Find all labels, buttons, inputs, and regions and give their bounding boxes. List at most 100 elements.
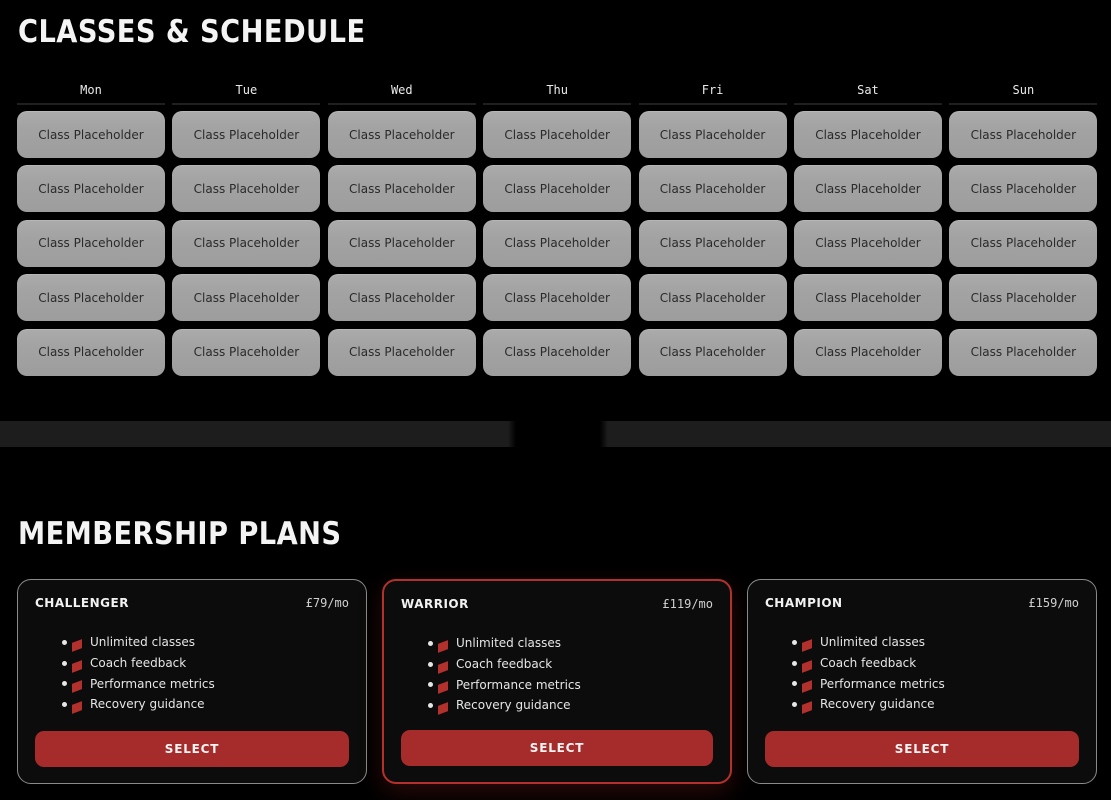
class-schedule-grid: Class Placeholder Class Placeholder Clas… [17, 111, 1098, 376]
schedule-title: CLASSES & SCHEDULE [18, 14, 366, 50]
class-slot[interactable]: Class Placeholder [638, 165, 787, 213]
feature-label: Unlimited classes [90, 635, 196, 650]
day-header-fri: Fri [638, 81, 787, 105]
feature-label: Unlimited classes [456, 636, 562, 651]
day-header-tue: Tue [172, 81, 321, 105]
bullet-icon [792, 681, 797, 687]
red-flag-icon [438, 681, 448, 695]
feature-list: Unlimited classes Coach feedback Perform… [428, 633, 581, 716]
class-slot[interactable]: Class Placeholder [793, 274, 942, 322]
feature-list: Unlimited classes Coach feedback Perform… [792, 632, 945, 715]
class-slot[interactable]: Class Placeholder [949, 165, 1098, 213]
bullet-icon [62, 681, 67, 687]
red-flag-icon [802, 639, 812, 652]
feature-list: Unlimited classes Coach feedback Perform… [62, 632, 215, 715]
class-slot[interactable]: Class Placeholder [17, 219, 165, 267]
day-header-row: Mon Tue Wed Thu Fri Sat Sun [17, 81, 1098, 105]
class-slot[interactable]: Class Placeholder [172, 274, 321, 322]
class-slot[interactable]: Class Placeholder [638, 274, 787, 322]
red-flag-icon [802, 701, 812, 714]
feature-item: Unlimited classes [62, 632, 215, 653]
feature-item: Recovery guidance [428, 695, 581, 716]
red-flag-icon [802, 659, 812, 673]
plan-card-challenger: CHALLENGER £79/mo Unlimited classes Coac… [17, 579, 367, 784]
bullet-icon [62, 660, 67, 666]
class-slot[interactable]: Class Placeholder [949, 111, 1098, 158]
class-slot[interactable]: Class Placeholder [172, 219, 321, 267]
class-slot[interactable]: Class Placeholder [483, 274, 632, 322]
bullet-icon [792, 660, 797, 666]
class-slot[interactable]: Class Placeholder [17, 165, 165, 213]
bullet-icon [428, 661, 433, 667]
class-slot[interactable]: Class Placeholder [793, 111, 942, 158]
day-header-wed: Wed [327, 81, 476, 105]
feature-label: Unlimited classes [820, 635, 926, 650]
class-slot[interactable]: Class Placeholder [172, 165, 321, 213]
day-header-thu: Thu [483, 81, 632, 105]
bullet-icon [792, 701, 797, 707]
class-slot[interactable]: Class Placeholder [483, 219, 632, 267]
class-slot[interactable]: Class Placeholder [483, 328, 632, 376]
red-flag-icon [72, 680, 82, 694]
feature-label: Performance metrics [456, 677, 581, 692]
plan-card-warrior: WARRIOR £119/mo Unlimited classes Coach … [382, 579, 732, 784]
feature-item: Recovery guidance [62, 694, 215, 715]
plan-name: WARRIOR [401, 597, 469, 611]
feature-label: Recovery guidance [456, 698, 571, 713]
class-slot[interactable]: Class Placeholder [638, 111, 787, 158]
feature-label: Recovery guidance [820, 697, 935, 712]
class-slot[interactable]: Class Placeholder [949, 219, 1098, 267]
feature-item: Unlimited classes [792, 632, 945, 653]
red-flag-icon [72, 701, 82, 714]
bullet-icon [428, 682, 433, 688]
class-slot[interactable]: Class Placeholder [327, 111, 476, 158]
class-slot[interactable]: Class Placeholder [17, 111, 165, 158]
class-slot[interactable]: Class Placeholder [17, 274, 165, 322]
plan-card-champion: CHAMPION £159/mo Unlimited classes Coach… [747, 579, 1097, 784]
class-slot[interactable]: Class Placeholder [949, 328, 1098, 376]
feature-item: Unlimited classes [428, 633, 581, 654]
day-header-mon: Mon [17, 81, 165, 105]
class-slot[interactable]: Class Placeholder [327, 219, 476, 267]
plan-name: CHALLENGER [35, 596, 129, 610]
day-header-sun: Sun [949, 81, 1098, 105]
red-flag-icon [438, 660, 448, 674]
class-slot[interactable]: Class Placeholder [483, 165, 632, 213]
class-slot[interactable]: Class Placeholder [327, 328, 476, 376]
bullet-icon [62, 639, 67, 645]
class-slot[interactable]: Class Placeholder [793, 219, 942, 267]
class-slot[interactable]: Class Placeholder [172, 328, 321, 376]
feature-label: Coach feedback [90, 656, 187, 671]
class-slot[interactable]: Class Placeholder [793, 328, 942, 376]
feature-item: Coach feedback [62, 653, 215, 674]
select-warrior-button[interactable]: SELECT [401, 730, 713, 766]
class-slot[interactable]: Class Placeholder [638, 219, 787, 267]
feature-label: Coach feedback [456, 657, 553, 672]
plan-price: £119/mo [662, 597, 713, 611]
feature-label: Coach feedback [820, 656, 917, 671]
class-slot[interactable]: Class Placeholder [327, 274, 476, 322]
class-slot[interactable]: Class Placeholder [17, 328, 165, 376]
section-divider-notch [508, 421, 608, 447]
plan-price: £79/mo [305, 596, 349, 610]
feature-item: Coach feedback [428, 654, 581, 675]
bullet-icon [792, 639, 797, 645]
red-flag-icon [72, 659, 82, 673]
red-flag-icon [438, 702, 448, 715]
feature-item: Performance metrics [792, 673, 945, 694]
day-header-sat: Sat [793, 81, 942, 105]
feature-item: Recovery guidance [792, 694, 945, 715]
feature-item: Performance metrics [62, 673, 215, 694]
select-champion-button[interactable]: SELECT [765, 731, 1079, 767]
class-slot[interactable]: Class Placeholder [949, 274, 1098, 322]
feature-item: Performance metrics [428, 674, 581, 695]
feature-label: Performance metrics [90, 676, 215, 691]
class-slot[interactable]: Class Placeholder [638, 328, 787, 376]
class-slot[interactable]: Class Placeholder [483, 111, 632, 158]
select-challenger-button[interactable]: SELECT [35, 731, 349, 767]
class-slot[interactable]: Class Placeholder [172, 111, 321, 158]
class-slot[interactable]: Class Placeholder [793, 165, 942, 213]
class-slot[interactable]: Class Placeholder [327, 165, 476, 213]
bullet-icon [428, 702, 433, 708]
plan-price: £159/mo [1028, 596, 1079, 610]
